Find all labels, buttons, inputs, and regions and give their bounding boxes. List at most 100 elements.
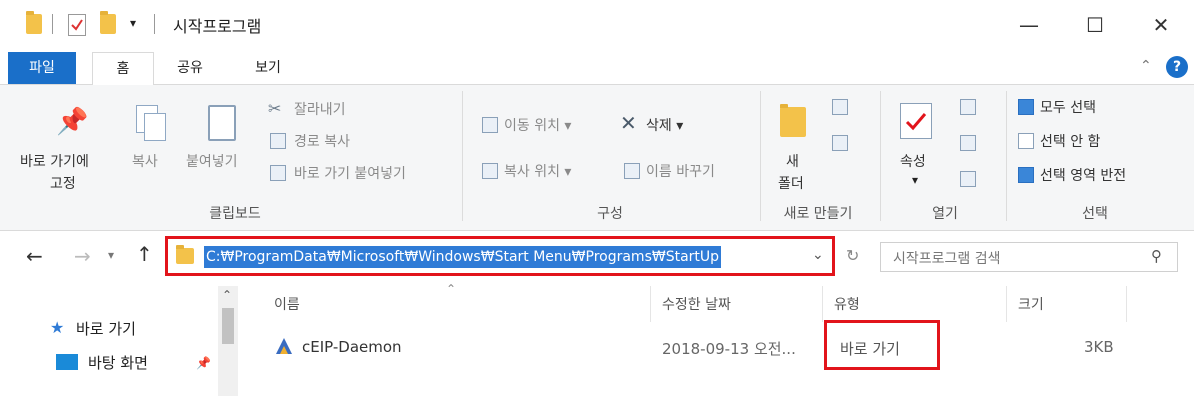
move-to-button[interactable]: 이동 위치 ▾ — [504, 115, 571, 135]
paste-shortcut-button[interactable]: 바로 가기 붙여넣기 — [294, 163, 406, 183]
organize-group-label: 구성 — [597, 206, 623, 222]
rename-icon — [624, 163, 640, 179]
pin-icon: 📌 — [56, 107, 89, 137]
close-button[interactable]: ✕ — [1138, 8, 1184, 42]
column-divider[interactable] — [1006, 286, 1007, 322]
group-divider — [462, 91, 463, 221]
ribbon-tabs: 파일 홈 공유 보기 ⌃ ? — [0, 52, 1194, 86]
back-icon[interactable]: ← — [26, 244, 43, 268]
customize-dropdown-icon[interactable]: ▾ — [130, 16, 136, 30]
new-item-icon[interactable] — [832, 99, 848, 115]
column-divider[interactable] — [822, 286, 823, 322]
file-name[interactable]: cEIP-Daemon — [302, 338, 402, 356]
folder-icon — [26, 11, 42, 34]
navigation-bar: ← → ▾ ↑ C:₩ProgramData₩Microsoft₩Windows… — [0, 234, 1194, 280]
properties-dropdown-icon[interactable]: ▾ — [912, 173, 918, 187]
delete-label: 삭제 — [646, 118, 672, 134]
history-icon[interactable] — [960, 171, 976, 187]
scissors-icon: ✂ — [268, 99, 282, 118]
table-row[interactable]: cEIP-Daemon 2018-09-13 오전... 바로 가기 3KB — [260, 330, 1160, 364]
rename-button[interactable]: 이름 바꾸기 — [646, 161, 715, 181]
address-path[interactable]: C:₩ProgramData₩Microsoft₩Windows₩Start M… — [204, 246, 722, 268]
column-name[interactable]: 이름 — [274, 294, 300, 314]
properties-button[interactable]: 속성 — [900, 151, 926, 171]
scroll-up-icon[interactable]: ⌃ — [222, 288, 232, 302]
select-all-button[interactable]: 모두 선택 — [1040, 97, 1096, 117]
column-type[interactable]: 유형 — [834, 294, 860, 314]
delete-button[interactable]: 삭제 ▾ — [646, 115, 683, 135]
invert-selection-button[interactable]: 선택 영역 반전 — [1040, 165, 1126, 185]
column-modified[interactable]: 수정한 날짜 — [662, 294, 731, 314]
up-icon[interactable]: ↑ — [136, 242, 153, 266]
scroll-thumb[interactable] — [222, 308, 234, 344]
column-divider[interactable] — [650, 286, 651, 322]
recent-locations-icon[interactable]: ▾ — [108, 248, 114, 262]
maximize-button[interactable]: ☐ — [1072, 8, 1118, 42]
type-highlight-box — [824, 320, 940, 370]
copy-to-label: 복사 위치 — [504, 164, 560, 180]
content-area: ★ 바로 가기 바탕 화면 📌 ⌃ ⌃ 이름 수정한 날짜 유형 크기 cEIP… — [0, 282, 1194, 400]
group-divider — [760, 91, 761, 221]
column-divider[interactable] — [1126, 286, 1127, 322]
paste-button[interactable]: 붙여넣기 — [186, 151, 238, 171]
tab-share[interactable]: 공유 — [160, 52, 220, 84]
divider — [52, 14, 53, 34]
address-dropdown-icon[interactable]: ⌄ — [812, 247, 824, 263]
open-icon[interactable] — [960, 99, 976, 115]
app-shortcut-icon — [274, 336, 294, 356]
collapse-ribbon-icon[interactable]: ⌃ — [1140, 58, 1152, 74]
nav-desktop[interactable]: 바탕 화면 — [88, 352, 148, 373]
new-folder-label[interactable]: 새 — [786, 151, 799, 171]
tab-home[interactable]: 홈 — [92, 52, 154, 86]
nav-scrollbar[interactable]: ⌃ — [218, 286, 238, 396]
edit-icon[interactable] — [960, 135, 976, 151]
paste-icon — [208, 105, 236, 141]
paste-shortcut-icon — [270, 165, 286, 181]
search-input[interactable]: 시작프로그램 검색 — [893, 248, 1001, 268]
cut-button[interactable]: 잘라내기 — [294, 99, 346, 119]
delete-icon: ✕ — [620, 111, 637, 135]
new-folder-icon[interactable] — [100, 11, 116, 34]
tab-file[interactable]: 파일 — [8, 52, 76, 84]
search-box[interactable]: 시작프로그램 검색 ⚲ — [880, 242, 1178, 272]
pin-icon: 📌 — [196, 356, 211, 370]
copy-path-button[interactable]: 경로 복사 — [294, 131, 350, 151]
new-folder-label-2[interactable]: 폴더 — [778, 173, 804, 193]
pin-quick-access-label[interactable]: 바로 가기에 — [20, 151, 89, 171]
copy-to-icon — [482, 163, 498, 179]
copy-icon-back — [144, 113, 166, 141]
copy-button[interactable]: 복사 — [132, 151, 158, 171]
copy-to-button[interactable]: 복사 위치 ▾ — [504, 161, 571, 181]
desktop-icon — [56, 354, 78, 370]
window-title: 시작프로그램 — [173, 17, 262, 36]
forward-icon[interactable]: → — [74, 244, 91, 268]
ribbon: 📌 바로 가기에 고정 복사 붙여넣기 ✂ 잘라내기 경로 복사 바로 가기 붙… — [0, 85, 1194, 231]
address-bar[interactable]: C:₩ProgramData₩Microsoft₩Windows₩Start M… — [165, 236, 835, 276]
group-divider — [880, 91, 881, 221]
search-icon[interactable]: ⚲ — [1151, 247, 1162, 265]
refresh-icon[interactable]: ↻ — [846, 246, 859, 265]
new-group-label: 새로 만들기 — [783, 206, 853, 222]
nav-quick-access[interactable]: 바로 가기 — [76, 318, 136, 339]
title-bar: ▾ 시작프로그램 — ☐ ✕ — [0, 0, 1194, 50]
file-size: 3KB — [1084, 338, 1114, 356]
pin-quick-access-label-2[interactable]: 고정 — [50, 173, 76, 193]
group-divider — [1006, 91, 1007, 221]
new-folder-icon — [780, 104, 806, 137]
move-to-label: 이동 위치 — [504, 118, 560, 134]
copy-path-icon — [270, 133, 286, 149]
open-group-label: 열기 — [932, 206, 958, 222]
easy-access-icon[interactable] — [832, 135, 848, 151]
tab-view[interactable]: 보기 — [238, 52, 298, 84]
properties-icon[interactable] — [68, 14, 86, 36]
minimize-button[interactable]: — — [1006, 8, 1052, 42]
invert-selection-icon — [1018, 167, 1034, 183]
file-modified: 2018-09-13 오전... — [662, 340, 796, 358]
select-none-button[interactable]: 선택 안 함 — [1040, 131, 1100, 151]
select-group-label: 선택 — [1082, 206, 1108, 222]
folder-icon — [176, 245, 194, 264]
column-size[interactable]: 크기 — [1018, 294, 1044, 314]
select-all-icon — [1018, 99, 1034, 115]
star-icon: ★ — [50, 318, 65, 337]
help-icon[interactable]: ? — [1166, 56, 1188, 78]
